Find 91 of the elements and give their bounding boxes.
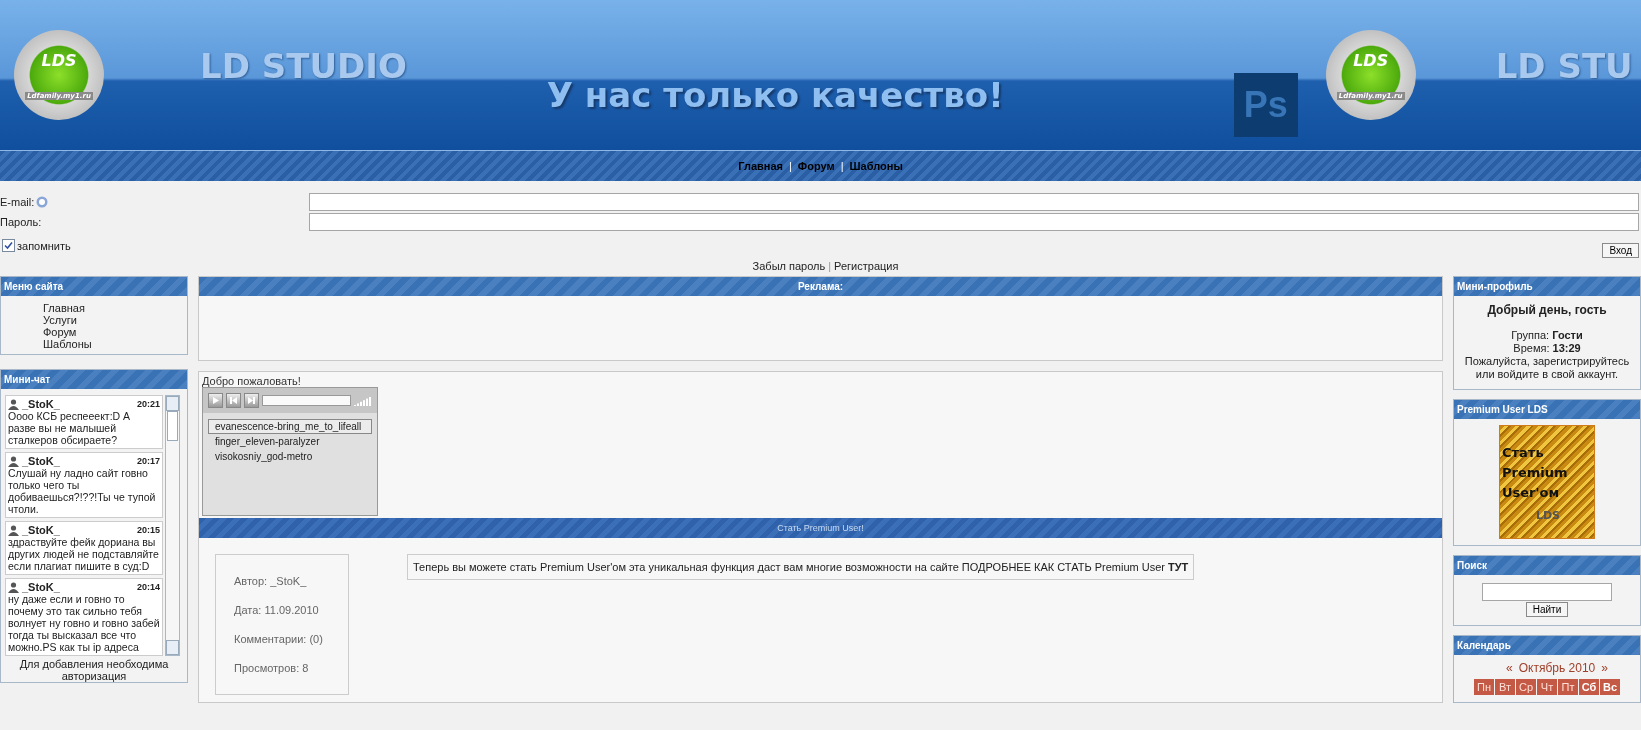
panel-title: Меню сайта (1, 277, 187, 296)
nav-link[interactable]: Форум (797, 160, 835, 172)
chat-footer-note: Для добавления необходима авторизация (18, 657, 170, 682)
chat-time: 20:14 (136, 582, 160, 592)
previous-button[interactable] (226, 393, 241, 408)
remember-label: запомнить (17, 239, 71, 252)
brand-title: LD STU (1495, 46, 1633, 86)
play-icon (212, 397, 219, 404)
weekday-header: Пт (1558, 679, 1578, 695)
weekday-header: Сб (1579, 679, 1599, 695)
nav-separator: | (840, 160, 844, 172)
banner-brand: LDS (1534, 508, 1562, 522)
group-value: Гости (1552, 329, 1583, 341)
brand-title: LD STUDIO (200, 46, 407, 86)
link-separator: | (828, 260, 832, 272)
post-meta: Автор: _StoK_ (234, 575, 308, 587)
user-icon (8, 398, 19, 410)
user-icon (8, 524, 19, 536)
nav-separator: | (788, 160, 792, 172)
group-label: Группа: (1511, 329, 1550, 341)
next-icon (248, 397, 255, 404)
search-field[interactable] (1482, 583, 1612, 601)
month-title: Октябрь 2010 (1518, 661, 1596, 675)
auth-link[interactable]: Регистрация (834, 260, 899, 272)
chat-text: здраствуйте фейк дориана вы других людей не подставляйте если плагиат пишите в суд:D (8, 536, 160, 572)
photoshop-badge: Ps (1233, 73, 1298, 137)
post-meta: Комментарии: (0) (234, 633, 324, 645)
previous-icon (230, 397, 237, 404)
password-label: Пароль: (0, 216, 43, 228)
scrollbar[interactable] (165, 395, 180, 656)
next-month-link[interactable]: » (1601, 661, 1608, 675)
menu-link[interactable]: Главная (43, 302, 187, 314)
time-label: Время: (1513, 342, 1550, 354)
weekday-header: Вт (1495, 679, 1515, 695)
user-icon (8, 455, 19, 467)
chat-text: ну даже если и говно то почему это так сильно тебя волнует ну говно и говно забей тогда ты высказал все что можно.PS как ты ip адреса (8, 593, 160, 653)
info-icon (36, 196, 49, 208)
chat-user[interactable]: _StoK_ (22, 398, 60, 410)
chat-user[interactable]: _StoK_ (22, 581, 60, 593)
panel-title: Мини-профиль (1454, 277, 1640, 296)
user-icon (8, 581, 19, 593)
playlist-track[interactable]: evanescence-bring_me_to_lifeall (208, 419, 372, 434)
playlist-track[interactable]: visokosniy_god-metro (208, 449, 372, 464)
welcome-text: Добро пожаловать! (201, 374, 302, 387)
time-value: 13:29 (1552, 342, 1581, 354)
panel-title: Календарь (1454, 636, 1640, 655)
banner-line: User'ом (1502, 483, 1561, 502)
banner-line: Premium (1502, 463, 1569, 482)
playlist-track[interactable]: finger_eleven-paralyzer (208, 434, 372, 449)
volume-icon[interactable] (354, 395, 372, 406)
search-button[interactable]: Найти (1525, 602, 1569, 617)
premium-banner[interactable]: Стать Premium User'ом LDS (1499, 425, 1595, 539)
weekday-header: Чт (1537, 679, 1557, 695)
panel-title: Поиск (1454, 556, 1640, 575)
slogan: У нас только качество! (546, 75, 1004, 115)
menu-link[interactable]: Услуги (43, 314, 187, 326)
password-field[interactable] (309, 213, 1639, 231)
remember-checkbox[interactable] (2, 239, 15, 252)
menu-link[interactable]: Шаблоны (43, 338, 187, 350)
email-field[interactable] (309, 193, 1639, 211)
prev-month-link[interactable]: « (1506, 661, 1513, 675)
auth-link[interactable]: Забыл пароль (752, 260, 826, 272)
next-button[interactable] (244, 393, 259, 408)
chat-user[interactable]: _StoK_ (22, 455, 60, 467)
banner-line: Стать (1502, 443, 1545, 462)
greeting: Добрый день, гость (1486, 304, 1608, 317)
chat-time: 20:15 (136, 525, 160, 535)
chat-time: 20:21 (136, 399, 160, 409)
logo-text: LDS (1353, 50, 1389, 70)
post-title: Стать Premium User! (199, 518, 1442, 538)
chat-time: 20:17 (136, 456, 160, 466)
play-button[interactable] (208, 393, 223, 408)
login-button[interactable]: Вход (1602, 243, 1639, 258)
logo-text: LDS (41, 50, 77, 70)
profile-note: Пожалуйста, зарегистрируйтесь или войдите в свой аккаунт. (1463, 355, 1631, 381)
weekday-header: Вс (1600, 679, 1620, 695)
panel-title: Реклама: (199, 277, 1442, 296)
post-meta: Дата: 11.09.2010 (234, 604, 320, 616)
post-text: Теперь вы можете стать Premium User'ом эта уникальная функция даст вам многие возможности на сайте ПОДРОБНЕЕ КАК СТАТЬ Premium User ТУТ (407, 554, 1195, 580)
progress-bar[interactable] (262, 395, 351, 406)
post-meta: Просмотров: 8 (234, 662, 310, 674)
chat-user[interactable]: _StoK_ (22, 524, 60, 536)
nav-link[interactable]: Шаблоны (849, 160, 903, 172)
panel-title: Мини-чат (1, 370, 187, 389)
chat-text: Слушай ну ладно сайт говно только чего ты добиваешься?!??!Ты че тупой чтоли. (8, 467, 157, 515)
menu-link[interactable]: Форум (43, 326, 187, 338)
weekday-header: Ср (1516, 679, 1536, 695)
chat-text: Оооо КСБ респееект:D А разве вы не малышей сталкеров обсираете? (8, 410, 132, 446)
email-label: E-mail: (0, 196, 309, 208)
panel-title: Premium User LDS (1454, 400, 1640, 419)
weekday-header: Пн (1474, 679, 1494, 695)
